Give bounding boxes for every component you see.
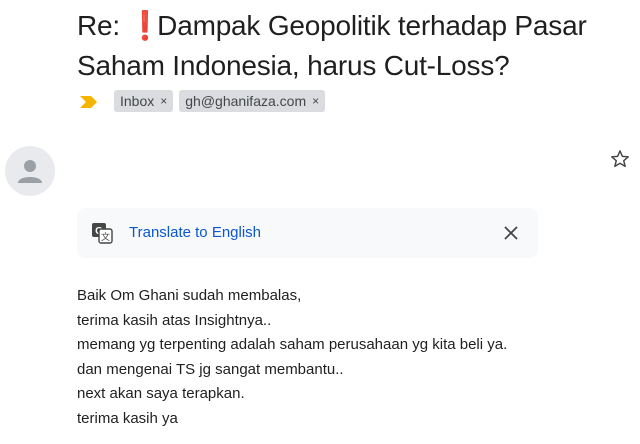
subject-line-1: Re: ❗ Dampak Geopolitik terhadap Pasar — [77, 6, 637, 46]
subject-text-line-2: Saham Indonesia, harus Cut-Loss? — [77, 50, 510, 81]
message-body: Baik Om Ghani sudah membalas, terima kas… — [77, 284, 507, 431]
message-line: dan mengenai TS jg sangat membantu.. — [77, 360, 344, 378]
remove-label-icon[interactable]: × — [160, 94, 167, 108]
message-line: terima kasih ya — [77, 409, 178, 427]
label-chip-text: gh@ghanifaza.com — [185, 93, 307, 109]
label-chip-email: gh@ghanifaza.com × — [179, 90, 326, 112]
avatar[interactable] — [5, 146, 55, 196]
translate-icon: G 文 — [91, 222, 113, 244]
message-line: terima kasih atas Insightnya.. — [77, 311, 272, 329]
translate-to-english-link[interactable]: Translate to English — [129, 224, 261, 241]
label-chip-inbox: Inbox × — [114, 90, 174, 112]
star-outline-icon[interactable] — [609, 148, 631, 170]
person-icon — [18, 160, 42, 183]
email-subject: Re: ❗ Dampak Geopolitik terhadap Pasar S… — [77, 6, 637, 86]
message-line: memang yg terpenting adalah saham perusa… — [77, 336, 508, 353]
subject-text-line-1: Dampak Geopolitik terhadap Pasar — [157, 10, 587, 41]
subject-prefix: Re: — [77, 10, 120, 41]
message-line: next akan saya terapkan. — [77, 385, 245, 402]
translate-bar: G 文 Translate to English — [77, 208, 538, 258]
label-chip-text: Inbox — [120, 93, 155, 109]
importance-marker-icon[interactable] — [80, 95, 98, 108]
exclamation-icon: ❗ — [127, 10, 163, 41]
close-icon[interactable] — [501, 223, 521, 243]
remove-label-icon[interactable]: × — [312, 94, 319, 108]
svg-text:文: 文 — [101, 231, 110, 243]
message-line: Baik Om Ghani sudah membalas, — [77, 287, 302, 304]
label-row: Inbox × gh@ghanifaza.com × — [80, 90, 331, 112]
